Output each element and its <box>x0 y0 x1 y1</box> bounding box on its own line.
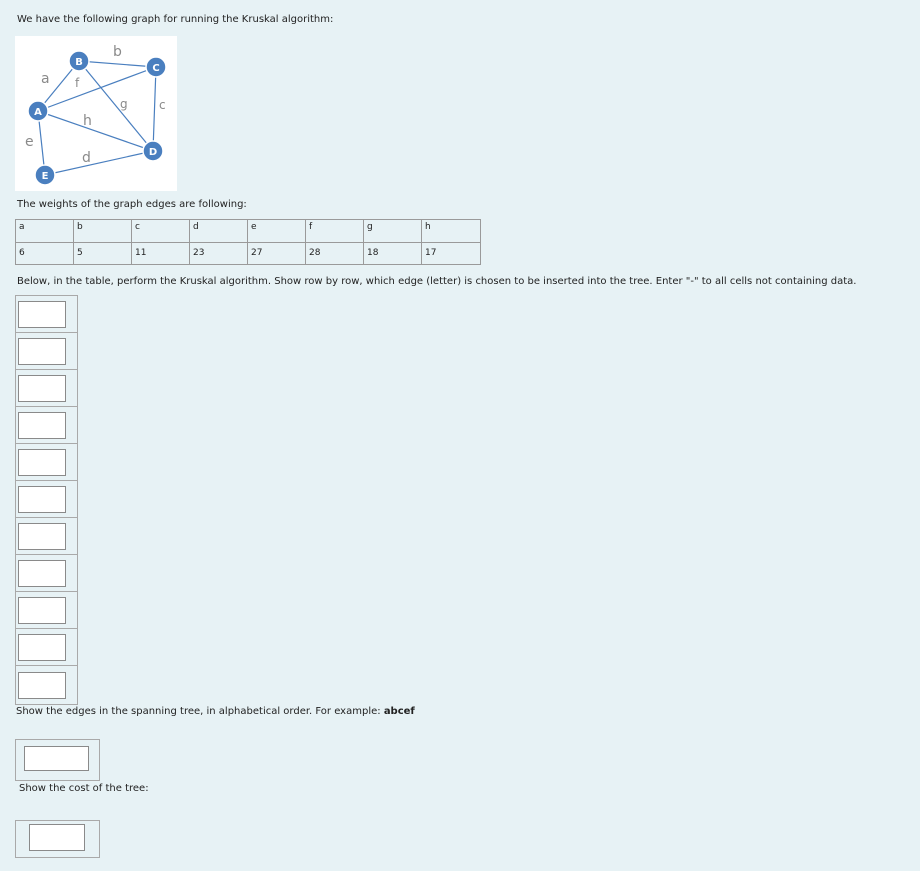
edge-label-g: g <box>120 97 128 111</box>
step-input-9[interactable] <box>18 596 66 624</box>
cost-answer-box <box>15 820 100 858</box>
node-label-E: E <box>42 171 49 182</box>
edge-b <box>78 60 157 68</box>
weight-header-d: d <box>189 219 248 243</box>
weights-text: The weights of the graph edges are follo… <box>17 199 247 210</box>
step-input-7[interactable] <box>18 522 66 550</box>
edges-prompt: Show the edges in the spanning tree, in … <box>16 706 415 717</box>
weights-header-row: a b c d e f g h <box>15 219 481 243</box>
node-label-B: B <box>75 57 83 68</box>
table-row <box>15 517 78 555</box>
intro-text: We have the following graph for running … <box>17 14 334 25</box>
table-row <box>15 665 78 705</box>
table-row <box>15 369 78 407</box>
weight-value-f: 28 <box>305 242 364 265</box>
table-row <box>15 295 78 333</box>
weights-table: a b c d e f g h 6 5 11 23 27 28 18 17 <box>15 219 481 265</box>
step-input-6[interactable] <box>18 485 66 513</box>
table-row <box>15 591 78 629</box>
table-row <box>15 480 78 518</box>
node-label-A: A <box>34 107 42 118</box>
node-label-C: C <box>152 63 159 74</box>
weight-value-b: 5 <box>73 242 132 265</box>
graph-edges <box>37 60 157 176</box>
weight-value-d: 23 <box>189 242 248 265</box>
step-input-1[interactable] <box>18 300 66 328</box>
edge-label-e: e <box>25 134 34 150</box>
edge-d <box>44 150 154 176</box>
edge-h <box>37 110 154 152</box>
weight-value-a: 6 <box>15 242 74 265</box>
step-input-3[interactable] <box>18 374 66 402</box>
node-label-D: D <box>149 147 157 158</box>
table-row <box>15 443 78 481</box>
step-input-2[interactable] <box>18 337 66 365</box>
weight-value-g: 18 <box>363 242 422 265</box>
weight-value-e: 27 <box>247 242 306 265</box>
edges-example: abcef <box>383 706 415 717</box>
graph-svg: a b c d e f g h B C A D E <box>25 44 167 186</box>
table-row <box>15 628 78 666</box>
cost-answer-input[interactable] <box>29 824 85 851</box>
weight-header-c: c <box>131 219 190 243</box>
weight-header-e: e <box>247 219 306 243</box>
table-row <box>15 332 78 370</box>
step-input-4[interactable] <box>18 411 66 439</box>
kruskal-steps-table <box>15 295 78 705</box>
edges-prompt-text: Show the edges in the spanning tree, in … <box>16 706 384 717</box>
cost-prompt: Show the cost of the tree: <box>19 783 149 794</box>
edges-answer-box <box>15 739 100 781</box>
edge-label-d: d <box>82 150 91 166</box>
weights-value-row: 6 5 11 23 27 28 18 17 <box>15 242 481 265</box>
kruskal-graph: a b c d e f g h B C A D E <box>15 36 177 191</box>
edge-label-h: h <box>83 113 92 129</box>
edge-label-a: a <box>41 71 50 87</box>
table-row <box>15 406 78 444</box>
weight-header-h: h <box>421 219 481 243</box>
edge-label-f: f <box>75 76 80 90</box>
edges-answer-input[interactable] <box>24 746 89 771</box>
step-input-8[interactable] <box>18 559 66 587</box>
edge-c <box>152 66 157 152</box>
weight-header-g: g <box>363 219 422 243</box>
instruction-text: Below, in the table, perform the Kruskal… <box>17 276 857 287</box>
edge-label-c: c <box>159 98 166 112</box>
weight-value-c: 11 <box>131 242 190 265</box>
step-input-10[interactable] <box>18 633 66 661</box>
step-input-5[interactable] <box>18 448 66 476</box>
table-row <box>15 554 78 592</box>
weight-header-a: a <box>15 219 74 243</box>
step-input-11[interactable] <box>18 671 66 699</box>
edge-label-b: b <box>113 44 122 60</box>
weight-value-h: 17 <box>421 242 481 265</box>
weight-header-f: f <box>305 219 364 243</box>
weight-header-b: b <box>73 219 132 243</box>
